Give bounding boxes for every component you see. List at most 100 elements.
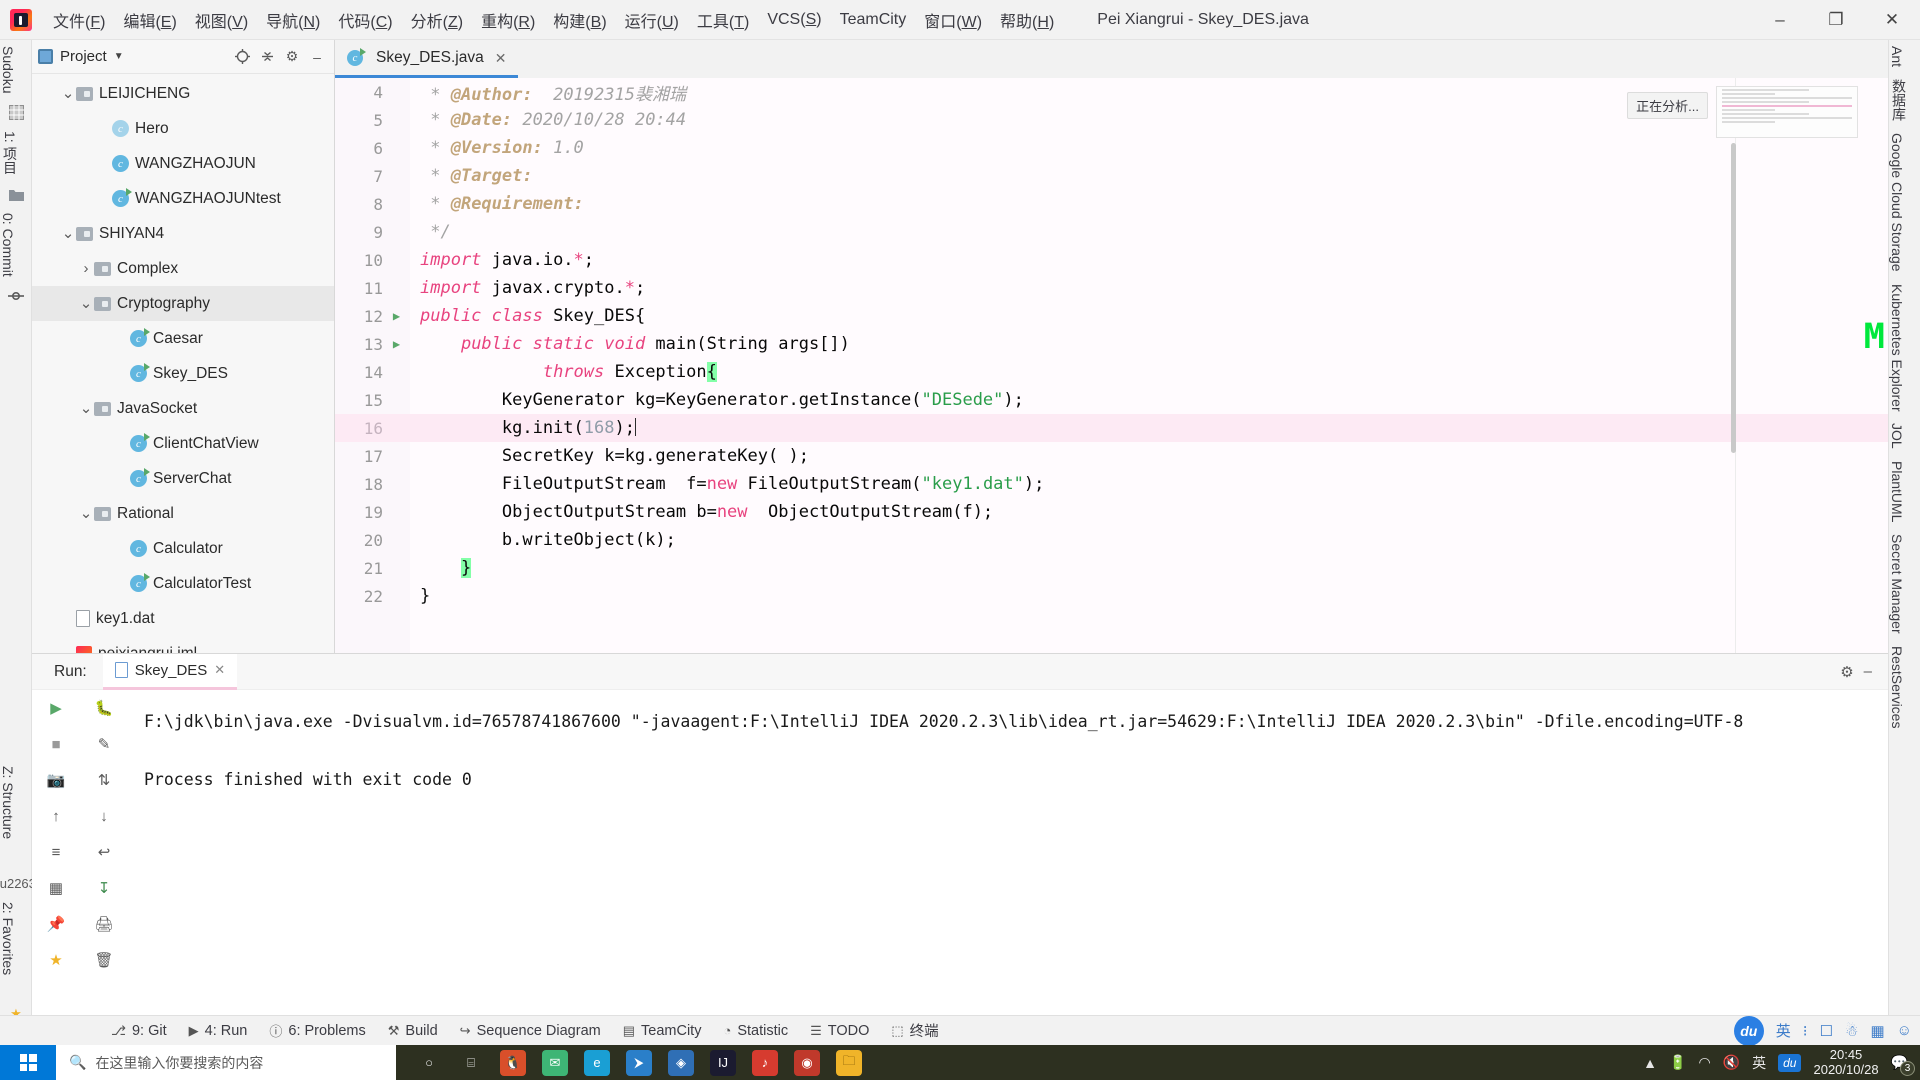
tree-item-calculator[interactable]: c Calculator [32,531,334,566]
baidu-ime-icon[interactable]: du [1733,1015,1764,1046]
taskbar-search-input[interactable]: 🔍 在这里输入你要搜索的内容 [56,1045,396,1080]
close-icon[interactable]: ✕ [495,50,507,67]
menu-item-w[interactable]: 窗口(W) [915,4,991,36]
run-gutter-icon[interactable]: ▶ [383,309,410,323]
sort-icon[interactable]: ⇅ [80,762,128,798]
voice-icon[interactable]: ⁝ [1803,1022,1808,1040]
tree-item-cryptography[interactable]: ⌄ Cryptography [32,286,334,321]
code-line[interactable]: 22} [335,582,1888,610]
soft-wrap-icon[interactable]: ↩ [80,834,128,870]
code-line[interactable]: 19 ObjectOutputStream b=new ObjectOutput… [335,498,1888,526]
code-line[interactable]: 15 KeyGenerator kg=KeyGenerator.getInsta… [335,386,1888,414]
wifi-icon[interactable]: ◠ [1698,1054,1710,1071]
code-line[interactable]: 20 b.writeObject(k); [335,526,1888,554]
arrow-up-icon[interactable]: ↑ [32,798,80,834]
menu-item-n[interactable]: 导航(N) [257,4,329,36]
grid-icon[interactable]: ▦ [1870,1022,1884,1040]
settings-gear-icon[interactable]: ⚙ [1840,663,1853,681]
windows-start-icon[interactable] [0,1045,56,1080]
settings-gear-icon[interactable]: ⚙ [281,46,303,68]
tree-item-javasocket[interactable]: ⌄ JavaSocket [32,391,334,426]
code-editor[interactable]: 4 * @Author: 20192315裴湘瑞 5 * @Date: 2020/… [335,78,1888,653]
code-line[interactable]: 14 throws Exception{ [335,358,1888,386]
clipboard-icon[interactable]: ☐ [1820,1022,1833,1040]
tree-item-complex[interactable]: › Complex [32,251,334,286]
highlight-icon[interactable]: ✎ [80,726,128,762]
menu-item-teamcity[interactable]: TeamCity [831,7,916,33]
editor-scrollbar-thumb[interactable] [1731,143,1736,453]
right-rail-item-数据库[interactable]: 数据库 [1889,73,1909,127]
status-item-sequence-diagram[interactable]: ↪ Sequence Diagram [449,1023,612,1039]
menu-item-u[interactable]: 运行(U) [616,4,688,36]
maximize-button[interactable]: ❐ [1808,0,1864,40]
rail-item-commit[interactable]: 0: Commit [0,207,16,283]
tree-item-shiyan4[interactable]: ⌄ SHIYAN4 [32,216,334,251]
code-line[interactable]: 17 SecretKey k=kg.generateKey( ); [335,442,1888,470]
rail-item-sudoku[interactable]: Sudoku [0,40,16,99]
right-rail-item-restservices[interactable]: RestServices [1889,640,1905,734]
code-line[interactable]: 18 FileOutputStream f=new FileOutputStre… [335,470,1888,498]
collapse-all-icon[interactable] [256,46,278,68]
chevron-right-icon[interactable]: › [78,260,94,277]
taskbar-intellij-idea-icon[interactable]: IJ [704,1045,742,1080]
editor-minimap[interactable] [1716,86,1858,138]
menu-item-s[interactable]: VCS(S) [758,7,830,33]
code-line[interactable]: 10 import java.io.*; [335,246,1888,274]
run-console[interactable]: F:\jdk\bin\java.exe -Dvisualvm.id=765787… [132,690,1888,1016]
menu-item-h[interactable]: 帮助(H) [991,4,1063,36]
code-line[interactable]: 21 } [335,554,1888,582]
code-line[interactable]: 8 * @Requirement: [335,190,1888,218]
right-rail-item-ant[interactable]: Ant [1889,40,1905,73]
menu-item-r[interactable]: 重构(R) [472,4,544,36]
taskbar-file-explorer-icon[interactable]: 🗀 [830,1045,868,1080]
tree-item-caesar[interactable]: c Caesar [32,321,334,356]
rail-item-project[interactable]: 1: 项目 [0,125,20,181]
structure-icon[interactable]: \u2263 [0,870,36,896]
status-item-statistic[interactable]: ◔ Statistic [712,1023,799,1039]
rail-item-favorites[interactable]: 2: Favorites [0,896,16,1001]
status-item-teamcity[interactable]: ▤ TeamCity [612,1023,713,1039]
code-area[interactable]: 4 * @Author: 20192315裴湘瑞 5 * @Date: 2020/… [335,78,1888,653]
taskbar-qq-icon[interactable]: 🐧 [494,1045,532,1080]
taskbar-recorder-icon[interactable]: ◉ [788,1045,826,1080]
right-rail-item-plantuml[interactable]: PlantUML [1889,455,1905,528]
tree-item-clientchatview[interactable]: c ClientChatView [32,426,334,461]
menu-item-v[interactable]: 视图(V) [186,4,257,36]
taskbar-edge-browser-icon[interactable]: e [578,1045,616,1080]
menu-item-t[interactable]: 工具(T) [688,4,758,36]
chevron-down-icon[interactable]: ⌄ [60,86,76,101]
tree-item-key1-dat[interactable]: key1.dat [32,601,334,636]
minimize-button[interactable]: – [1752,0,1808,40]
pin-icon[interactable]: 📌 [32,906,80,942]
tree-item-hero[interactable]: c Hero [32,111,334,146]
code-line[interactable]: 12 ▶ public class Skey_DES{ [335,302,1888,330]
right-rail-item-kubernetes-explorer[interactable]: Kubernetes Explorer [1889,278,1905,418]
folder-icon[interactable] [0,181,32,207]
rail-item-structure[interactable]: Z: Structure [0,760,16,870]
taskbar-cortana-icon[interactable]: ○ [410,1045,448,1080]
tree-item-wangzhaojuntest[interactable]: c WANGZHAOJUNtest [32,181,334,216]
code-line[interactable]: 7 * @Target: [335,162,1888,190]
menu-item-f[interactable]: 文件(F) [44,4,114,36]
menu-item-c[interactable]: 代码(C) [329,4,401,36]
tree-item-wangzhaojun[interactable]: c WANGZHAOJUN [32,146,334,181]
tray-clock[interactable]: 20:45 2020/10/28 [1813,1047,1878,1078]
taskbar-wechat-icon[interactable]: ✉ [536,1045,574,1080]
tab-skey-des-java[interactable]: c Skey_DES.java ✕ [335,41,519,78]
taskbar-vscode-icon[interactable]: ⮞ [620,1045,658,1080]
chevron-down-icon[interactable]: ⌄ [60,226,76,241]
status-item-6-problems[interactable]: ⓘ 6: Problems [258,1021,376,1040]
run-gutter-icon[interactable]: ▶ [383,337,410,351]
star-icon[interactable]: ★ [32,942,80,978]
scroll-to-end-icon[interactable]: ↧ [80,870,128,906]
smiley-icon[interactable]: ☺ [1897,1022,1912,1039]
chevron-down-icon[interactable]: ⌄ [78,506,94,521]
tree-item-skey-des[interactable]: c Skey_DES [32,356,334,391]
status-item-终端[interactable]: ⬚ 终端 [880,1020,949,1041]
battery-icon[interactable]: 🔋 [1669,1054,1686,1071]
right-rail-item-secret-manager[interactable]: Secret Manager [1889,528,1905,640]
tray-baidu-icon[interactable]: du [1778,1053,1802,1072]
close-icon[interactable]: ✕ [214,662,225,678]
chevron-down-icon[interactable]: ⌄ [78,401,94,416]
chevron-down-icon[interactable]: ⌄ [78,296,94,311]
